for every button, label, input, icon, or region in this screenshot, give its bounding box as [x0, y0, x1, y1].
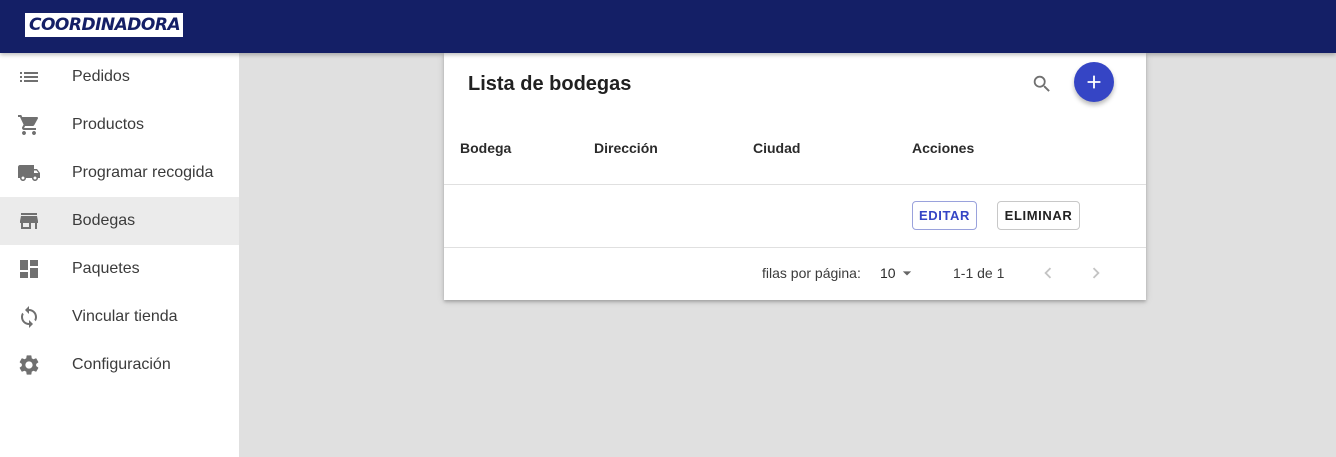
delete-button[interactable]: ELIMINAR [997, 201, 1080, 230]
sidebar-item-bodegas[interactable]: Bodegas [0, 197, 239, 245]
search-icon [1033, 75, 1050, 92]
sidebar-item-label: Productos [72, 116, 145, 133]
logo-text: COORDINADORA [29, 15, 181, 35]
rows-per-page-label: filas por página: [762, 265, 861, 281]
dropdown-arrow-icon [902, 271, 911, 276]
sidebar-item-configuracion[interactable]: Configuración [0, 341, 239, 389]
coordinadora-logo[interactable]: COORDINADORA [24, 12, 184, 38]
sidebar-item-programar-recogida[interactable]: Programar recogida [0, 149, 239, 197]
row-divider [444, 247, 1146, 248]
rows-per-page-value: 10 [880, 265, 896, 281]
sidebar-item-label: Pedidos [72, 68, 130, 85]
next-page-button[interactable] [1084, 261, 1108, 285]
sync-icon [0, 305, 72, 329]
plus-icon [1087, 75, 1101, 89]
list-icon [0, 65, 72, 89]
sidebar-item-productos[interactable]: Productos [0, 101, 239, 149]
header-divider [444, 184, 1146, 185]
sidebar-item-pedidos[interactable]: Pedidos [0, 53, 239, 101]
store-icon [0, 209, 72, 233]
warehouse-list-card: Lista de bodegas Bodega Dirección Ciudad… [444, 53, 1146, 300]
search-button[interactable] [1028, 70, 1056, 98]
truck-icon [0, 161, 72, 185]
chevron-right-icon [1092, 267, 1100, 279]
sidebar-item-vincular-tienda[interactable]: Vincular tienda [0, 293, 239, 341]
rows-per-page-select[interactable]: 10 [880, 263, 917, 283]
top-app-bar: COORDINADORA [0, 0, 1336, 53]
sidebar-item-label: Programar recogida [72, 164, 214, 181]
sidebar: Pedidos Productos Programar recogida Bod… [0, 53, 239, 457]
card-title: Lista de bodegas [468, 73, 632, 95]
gear-icon [0, 353, 72, 377]
chevron-left-icon [1044, 267, 1052, 279]
column-header-bodega[interactable]: Bodega [460, 140, 511, 156]
sidebar-item-label: Bodegas [72, 212, 136, 229]
column-header-acciones: Acciones [912, 140, 975, 156]
sidebar-item-label: Configuración [72, 356, 171, 373]
edit-button[interactable]: EDITAR [912, 201, 977, 230]
sidebar-item-label: Paquetes [72, 260, 140, 277]
pagination-range: 1-1 de 1 [953, 265, 1005, 281]
add-warehouse-button[interactable] [1074, 62, 1114, 102]
column-header-ciudad[interactable]: Ciudad [753, 140, 800, 156]
column-header-direccion[interactable]: Dirección [594, 140, 658, 156]
sidebar-item-label: Vincular tienda [72, 308, 178, 325]
previous-page-button[interactable] [1036, 261, 1060, 285]
sidebar-item-paquetes[interactable]: Paquetes [0, 245, 239, 293]
shopping-cart-icon [0, 113, 72, 137]
dashboard-icon [0, 257, 72, 281]
